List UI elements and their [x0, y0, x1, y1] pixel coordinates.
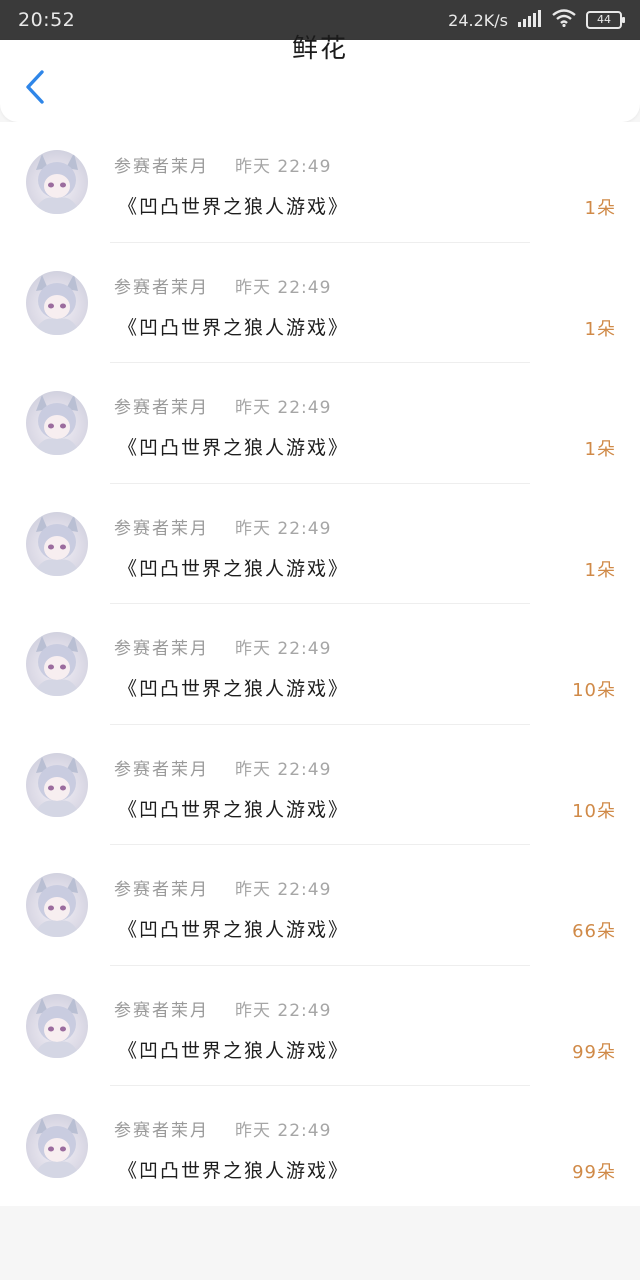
- avatar[interactable]: [26, 1114, 88, 1178]
- work-title: 《凹凸世界之狼人游戏》: [118, 557, 350, 580]
- avatar[interactable]: [26, 752, 88, 817]
- flower-count: 1朵: [584, 559, 616, 581]
- list-item[interactable]: 参赛者茉月 昨天 22:49 《凹凸世界之狼人游戏》 99朵: [0, 966, 640, 1086]
- flower-count: 1朵: [584, 439, 616, 460]
- avatar[interactable]: [26, 632, 88, 696]
- list-item[interactable]: 参赛者茉月 昨天 22:49 《凹凸世界之狼人游戏》 10朵: [0, 725, 640, 845]
- sender-name: 参赛者茉月: [114, 639, 209, 659]
- gift-list: 参赛者茉月 昨天 22:49 《凹凸世界之狼人游戏》 1朵 参赛者茉月 昨天 2…: [0, 122, 640, 1206]
- list-item[interactable]: 参赛者茉月 昨天 22:49 《凹凸世界之狼人游戏》 1朵: [0, 243, 640, 363]
- avatar[interactable]: [26, 391, 88, 455]
- timestamp: 昨天 22:49: [235, 398, 332, 418]
- avatar[interactable]: [26, 993, 88, 1058]
- flower-count: 99朵: [572, 1041, 616, 1063]
- work-title: 《凹凸世界之狼人游戏》: [118, 678, 350, 700]
- sender-name: 参赛者茉月: [114, 518, 209, 539]
- battery-icon: 44: [586, 11, 625, 29]
- sender-name: 参赛者茉月: [114, 1000, 209, 1021]
- list-item[interactable]: 参赛者茉月 昨天 22:49 《凹凸世界之狼人游戏》 1朵: [0, 484, 640, 604]
- back-button[interactable]: [20, 67, 50, 107]
- timestamp: 昨天 22:49: [235, 759, 332, 780]
- sender-name: 参赛者茉月: [114, 880, 209, 900]
- list-item[interactable]: 参赛者茉月 昨天 22:49 《凹凸世界之狼人游戏》 1朵: [0, 122, 640, 243]
- wifi-icon: [552, 9, 576, 31]
- timestamp: 昨天 22:49: [235, 157, 332, 177]
- flower-count: 10朵: [572, 800, 616, 822]
- timestamp: 昨天 22:49: [235, 277, 332, 298]
- work-title: 《凹凸世界之狼人游戏》: [118, 1039, 350, 1062]
- avatar[interactable]: [26, 270, 88, 335]
- signal-icon: [518, 9, 542, 31]
- header: [0, 40, 640, 122]
- flower-count: 66朵: [572, 921, 616, 942]
- list-item[interactable]: 参赛者茉月 昨天 22:49 《凹凸世界之狼人游戏》 66朵: [0, 845, 640, 966]
- avatar[interactable]: [26, 150, 88, 214]
- avatar[interactable]: [26, 511, 88, 576]
- flower-count: 10朵: [572, 680, 616, 701]
- work-title: 《凹凸世界之狼人游戏》: [118, 437, 350, 459]
- sender-name: 参赛者茉月: [114, 1121, 209, 1141]
- flower-count: 99朵: [572, 1162, 616, 1183]
- work-title: 《凹凸世界之狼人游戏》: [118, 798, 350, 821]
- net-speed: 24.2K/s: [448, 10, 508, 30]
- timestamp: 昨天 22:49: [235, 639, 332, 659]
- chevron-left-icon: [26, 70, 44, 104]
- sender-name: 参赛者茉月: [114, 277, 209, 298]
- work-title: 《凹凸世界之狼人游戏》: [118, 919, 350, 941]
- avatar[interactable]: [26, 873, 88, 937]
- list-item[interactable]: 参赛者茉月 昨天 22:49 《凹凸世界之狼人游戏》 1朵: [0, 363, 640, 484]
- list-item[interactable]: 参赛者茉月 昨天 22:49 《凹凸世界之狼人游戏》 99朵: [0, 1086, 640, 1207]
- timestamp: 昨天 22:49: [235, 518, 332, 539]
- timestamp: 昨天 22:49: [235, 1121, 332, 1141]
- sender-name: 参赛者茉月: [114, 759, 209, 780]
- flower-count: 1朵: [584, 318, 616, 340]
- timestamp: 昨天 22:49: [235, 880, 332, 900]
- status-bar: 20:52 24.2K/s 44: [0, 0, 640, 40]
- status-indicators: 24.2K/s 44: [448, 9, 625, 31]
- sender-name: 参赛者茉月: [114, 157, 209, 177]
- flower-count: 1朵: [584, 198, 616, 219]
- sender-name: 参赛者茉月: [114, 398, 209, 418]
- list-item[interactable]: 参赛者茉月 昨天 22:49 《凹凸世界之狼人游戏》 10朵: [0, 604, 640, 725]
- work-title: 《凹凸世界之狼人游戏》: [118, 196, 350, 218]
- work-title: 《凹凸世界之狼人游戏》: [118, 316, 350, 339]
- timestamp: 昨天 22:49: [235, 1000, 332, 1021]
- status-time: 20:52: [18, 9, 76, 31]
- work-title: 《凹凸世界之狼人游戏》: [118, 1160, 350, 1182]
